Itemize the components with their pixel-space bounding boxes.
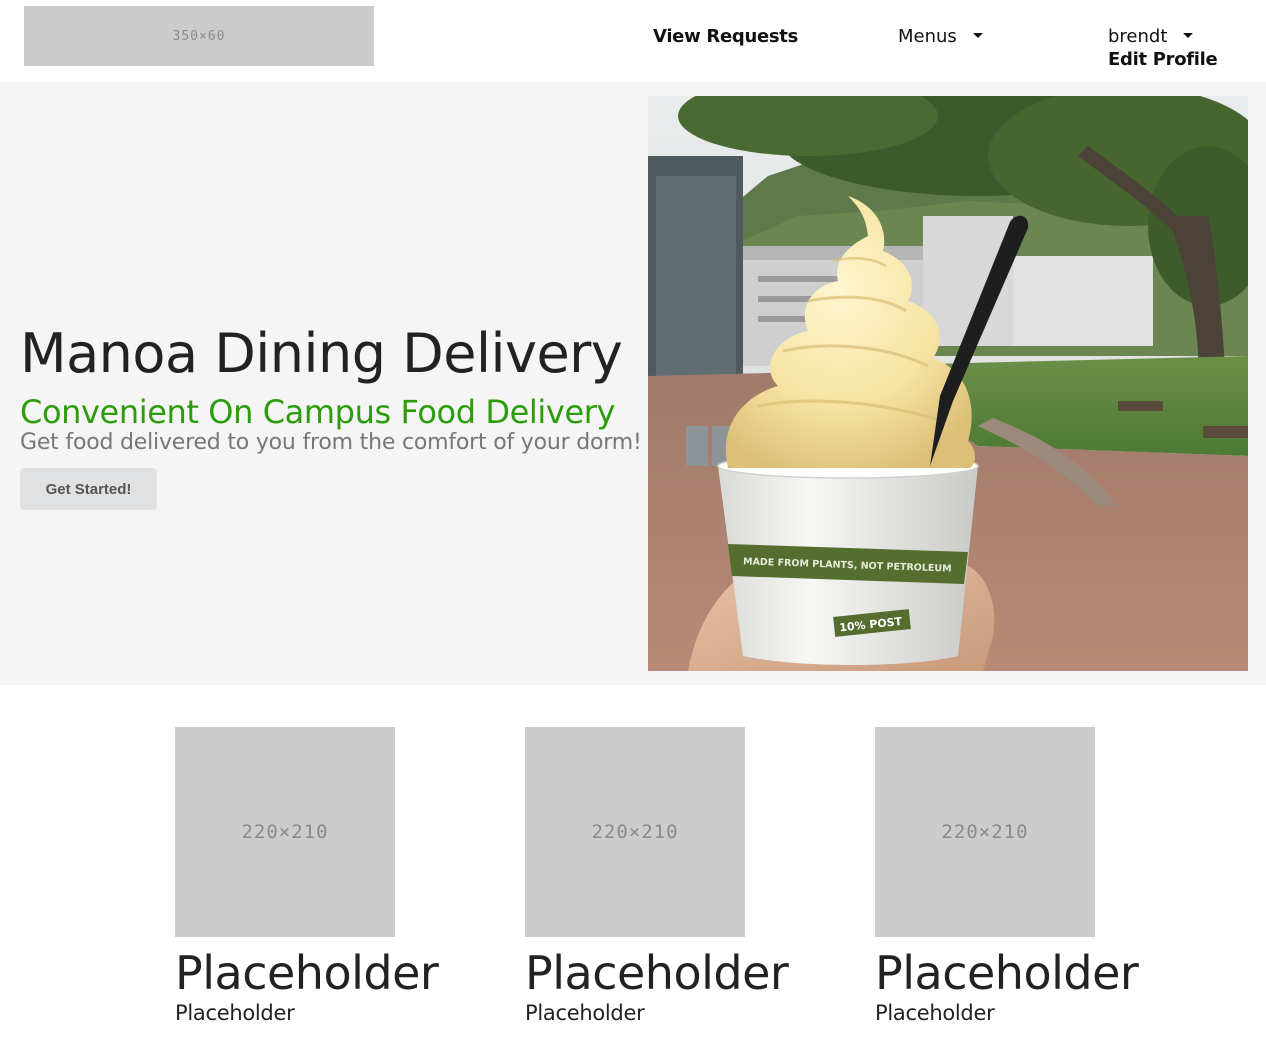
get-started-button[interactable]: Get Started! <box>20 468 157 510</box>
feature-card: 220×210 Placeholder Placeholder <box>875 727 1139 1025</box>
site-logo-placeholder[interactable]: 350×60 <box>24 6 374 66</box>
card-subtitle: Placeholder <box>875 1001 995 1025</box>
feature-card: 220×210 Placeholder Placeholder <box>175 727 439 1025</box>
hero-subtitle: Convenient On Campus Food Delivery <box>20 393 616 431</box>
chevron-down-icon <box>972 32 983 38</box>
nav-menus-dropdown[interactable]: Menus <box>898 26 983 47</box>
card-image-placeholder: 220×210 <box>525 727 745 937</box>
card-image-placeholder: 220×210 <box>875 727 1095 937</box>
feature-card: 220×210 Placeholder Placeholder <box>525 727 789 1025</box>
nav-username: brendt <box>1108 26 1168 47</box>
hero-title: Manoa Dining Delivery <box>20 322 623 385</box>
nav-user-dropdown[interactable]: brendt <box>1108 26 1194 47</box>
chevron-down-icon <box>1183 32 1194 38</box>
card-subtitle: Placeholder <box>175 1001 295 1025</box>
hero-section: Manoa Dining Delivery Convenient On Camp… <box>0 82 1266 685</box>
card-title: Placeholder <box>525 946 789 1000</box>
card-title: Placeholder <box>175 946 439 1000</box>
nav-view-requests[interactable]: View Requests <box>653 26 798 47</box>
card-image-placeholder: 220×210 <box>175 727 395 937</box>
card-subtitle: Placeholder <box>525 1001 645 1025</box>
nav-edit-profile[interactable]: Edit Profile <box>1108 49 1218 70</box>
hero-frozen-yogurt-photo: MADE FROM PLANTS, NOT PETROLEUM 10% POST <box>648 96 1248 671</box>
card-title: Placeholder <box>875 946 1139 1000</box>
nav-menus-label: Menus <box>898 26 957 47</box>
hero-description: Get food delivered to you from the comfo… <box>20 430 642 455</box>
